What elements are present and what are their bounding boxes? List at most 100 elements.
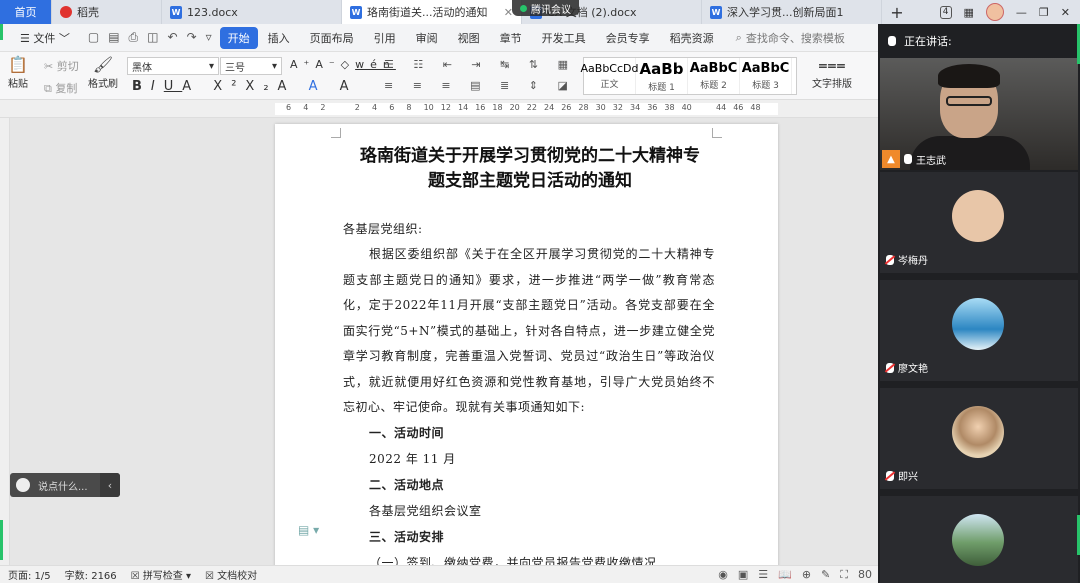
font-size-select[interactable]: 三号 ▾ <box>220 57 282 75</box>
text-format-tools[interactable]: BIUA X²X₂A A A <box>132 79 358 94</box>
text-layout-icon: ⩶ <box>818 55 846 74</box>
ruler-tick-label: 34 <box>630 103 641 112</box>
font-family-select[interactable]: 黑体 ▾ <box>127 57 219 75</box>
command-search[interactable]: ⌕ 查找命令、搜索模板 <box>724 30 845 46</box>
body-paragraph: 根据区委组织部《关于在全区开展学习贯彻党的二十大精神专题支部主题党日的通知》要求… <box>343 247 715 414</box>
copy-button[interactable]: ⧉ 复制 <box>44 80 77 96</box>
style-normal[interactable]: AaBbCcDd 正文 <box>581 58 639 94</box>
emoji-icon[interactable] <box>16 478 30 492</box>
tab-doc-123[interactable]: W 123.docx <box>162 0 342 24</box>
new-tab-button[interactable]: + <box>882 0 912 24</box>
paste-button[interactable]: 📋 粘贴 <box>8 55 28 90</box>
text-layout-button[interactable]: ⩶ 文字排版 <box>812 55 852 90</box>
menu-home[interactable]: 开始 <box>219 26 258 49</box>
grid-icon[interactable]: ▦ <box>964 6 974 19</box>
ruler-tick-label: 36 <box>647 103 658 112</box>
doc-icon: W <box>350 5 362 19</box>
section-text: 2022 年 11 月 <box>369 452 456 466</box>
style-gallery: AaBbCcDd 正文 AaBb 标题 1 AaBbC 标题 2 AaBbC 标题 3 <box>581 57 797 95</box>
redo-icon[interactable]: ↷ <box>187 30 197 45</box>
user-avatar[interactable] <box>985 3 1004 21</box>
zoom-level[interactable]: 80 <box>858 568 872 582</box>
page-view-icon[interactable]: ▣ <box>738 568 748 582</box>
paragraph-menu-icon[interactable]: ▤ ▾ <box>298 523 319 537</box>
ruler-tick-label: 10 <box>423 103 434 112</box>
undo-icon[interactable]: ↶ <box>168 30 178 45</box>
mic-icon <box>904 154 912 164</box>
mic-muted-icon <box>886 362 894 373</box>
page-indicator[interactable]: 页面: 1/5 <box>8 567 51 582</box>
fit-icon[interactable]: ⛶ <box>840 568 848 582</box>
save-icon[interactable]: ▢ <box>88 30 99 45</box>
vertical-ruler[interactable] <box>0 118 10 565</box>
participant-tile[interactable]: 廖文艳 <box>880 280 1078 384</box>
menu-file[interactable]: ☰ 文件 ﹀ <box>10 30 80 46</box>
participant-tile[interactable] <box>880 496 1078 583</box>
style-heading-3[interactable]: AaBbC 标题 3 <box>740 58 792 94</box>
document-canvas[interactable]: 珞南街道关于开展学习贯彻党的二十大精神专 题支部主题党日活动的通知 各基层党组织… <box>10 118 878 565</box>
export-pdf-icon[interactable]: ▤ <box>108 30 119 45</box>
ruler-tick-label: 20 <box>509 103 520 112</box>
document-page[interactable]: 珞南街道关于开展学习贯彻党的二十大精神专 题支部主题党日活动的通知 各基层党组织… <box>275 124 778 565</box>
format-painter-button[interactable]: 🖌 格式刷 <box>88 55 118 90</box>
align-tools[interactable]: ≡ ≡ ≡ ▤ ≣ ⇕ ◪ ⊞ <box>384 79 605 92</box>
tab-home[interactable]: 首页 <box>0 0 52 24</box>
ribbon: 📋 粘贴 ✂ 剪切 ⧉ 复制 🖌 格式刷 黑体 ▾ 三号 ▾ A⁺A⁻◇wén BIUA… <box>0 52 878 100</box>
doc-icon: W <box>170 5 182 19</box>
menu-chapter[interactable]: 章节 <box>490 30 532 46</box>
tab-doc-study[interactable]: W 深入学习贯...创新局面1 <box>702 0 882 24</box>
menu-member[interactable]: 会员专享 <box>596 30 660 46</box>
view-controls: ◉ ▣ ☰ 📖 ⊕ ✎ ⛶ 80 <box>718 568 878 582</box>
menu-review[interactable]: 审阅 <box>406 30 448 46</box>
menu-bar: ☰ 文件 ﹀ ▢ ▤ ⎙ ◫ ↶ ↷ ▿ 开始 插入 页面布局 引用 审阅 视图… <box>0 24 878 52</box>
ruler-tick-label: 38 <box>664 103 675 112</box>
list-tools[interactable]: ☰ ☷ ⇤ ⇥ ↹ ⇅ ▦ <box>384 58 576 71</box>
font-size-tools[interactable]: A⁺A⁻◇wén <box>290 58 396 71</box>
participant-tile[interactable]: 即兴 <box>880 388 1078 492</box>
chevron-down-icon: ▾ <box>208 60 214 72</box>
menu-developer[interactable]: 开发工具 <box>532 30 596 46</box>
participant-avatar <box>952 190 1004 242</box>
tab-doc-notice[interactable]: W 珞南街道关...活动的通知 ✕ <box>342 0 522 24</box>
chat-input-box[interactable]: 说点什么... ‹ <box>10 473 120 497</box>
ruler-tick-label: 22 <box>526 103 537 112</box>
tab-count-badge[interactable]: 4 <box>939 5 952 19</box>
meeting-status-pill[interactable]: 腾讯会议 <box>512 0 579 16</box>
clipboard-icon: 📋 <box>8 55 28 74</box>
proofread[interactable]: ☒ 文档校对 <box>205 567 257 582</box>
close-window-icon[interactable]: ✕ <box>1061 6 1070 19</box>
menu-page-layout[interactable]: 页面布局 <box>300 30 364 46</box>
spell-check[interactable]: ☒ 拼写检查 ▾ <box>131 567 191 582</box>
ruler-tick-label: 24 <box>544 103 555 112</box>
cut-button[interactable]: ✂ 剪切 <box>44 58 79 74</box>
print-preview-icon[interactable]: ◫ <box>147 30 158 45</box>
menu-insert[interactable]: 插入 <box>258 30 300 46</box>
speaking-header: 正在讲话: <box>878 24 1080 58</box>
menu-view[interactable]: 视图 <box>448 30 490 46</box>
customize-icon[interactable]: ▿ <box>206 30 212 45</box>
style-heading-1[interactable]: AaBb 标题 1 <box>636 58 688 94</box>
web-view-icon[interactable]: ⊕ <box>802 568 811 582</box>
collapse-icon[interactable]: ‹ <box>100 473 120 497</box>
participant-video[interactable]: ▲ 王志武 <box>880 58 1078 170</box>
menu-references[interactable]: 引用 <box>364 30 406 46</box>
style-heading-2[interactable]: AaBbC 标题 2 <box>688 58 740 94</box>
minimize-icon[interactable]: — <box>1016 6 1027 19</box>
word-count[interactable]: 字数: 2166 <box>65 567 117 582</box>
menu-daoke[interactable]: 稻壳资源 <box>660 30 724 46</box>
pen-icon[interactable]: ✎ <box>821 568 830 582</box>
section-text: （一）签到、缴纳党费，并向党员报告党费收缴情况 <box>369 556 657 565</box>
participant-avatar <box>952 406 1004 458</box>
tab-daoke[interactable]: 稻壳 <box>52 0 162 24</box>
participant-name: ▲ 王志武 <box>882 150 946 168</box>
search-icon: ⌕ <box>735 30 742 44</box>
read-view-icon[interactable]: 📖 <box>778 568 792 582</box>
participant-tile[interactable]: 岑梅丹 <box>880 172 1078 276</box>
ruler-tick-label: 48 <box>750 103 761 112</box>
horizontal-ruler[interactable]: 6 4 2 2 4 6 8 10 12 14 16 18 20 22 24 26 28 30 32 34 36 38 40 4… <box>0 100 878 118</box>
ruler-tick-label: 28 <box>578 103 589 112</box>
eye-icon[interactable]: ◉ <box>718 568 728 582</box>
print-icon[interactable]: ⎙ <box>129 30 139 45</box>
outline-view-icon[interactable]: ☰ <box>758 568 768 582</box>
restore-icon[interactable]: ❐ <box>1039 6 1049 19</box>
